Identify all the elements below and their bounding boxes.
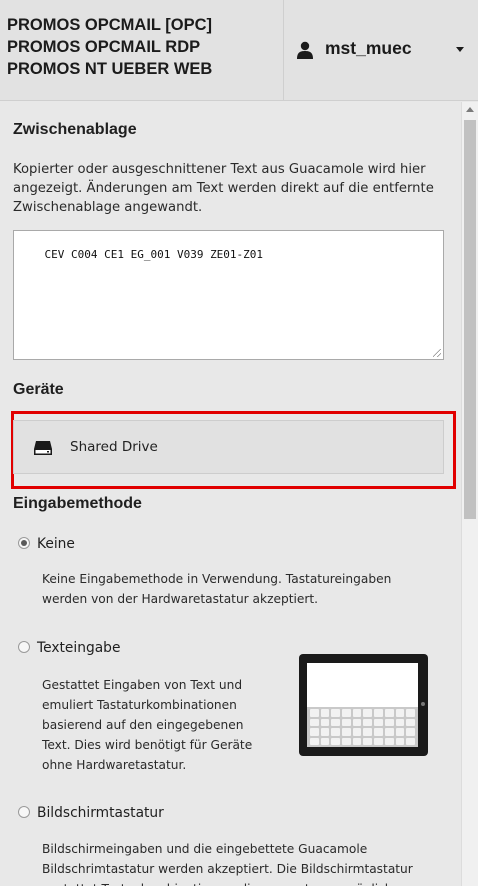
device-shared-drive[interactable]: Shared Drive (13, 420, 444, 474)
vertical-scrollbar[interactable] (461, 102, 478, 886)
tablet-keyboard-illustration (299, 654, 428, 756)
keyboard-keys (307, 707, 418, 747)
scroll-up-icon[interactable] (466, 107, 474, 112)
drive-icon (34, 441, 52, 455)
clipboard-description: Kopierter oder ausgeschnittener Text aus… (13, 162, 434, 215)
option-description: Keine Eingabemethode in Verwendung. Tast… (42, 572, 392, 606)
radio-none[interactable] (18, 537, 30, 549)
chevron-down-icon (456, 47, 464, 52)
connection-name[interactable]: PROMOS NT UEBER WEB (7, 58, 283, 80)
devices-title: Geräte (13, 381, 64, 398)
scrollbar-thumb[interactable] (464, 120, 476, 519)
menu-header: PROMOS OPCMAIL [OPC] PROMOS OPCMAIL RDP … (0, 0, 478, 101)
connection-list: PROMOS OPCMAIL [OPC] PROMOS OPCMAIL RDP … (0, 0, 284, 100)
menu-panel: Zwischenablage Kopierter oder ausgeschni… (0, 102, 461, 886)
clipboard-textarea[interactable]: CEV C004 CE1 EG_001 V039 ZE01-Z01 (13, 230, 444, 360)
resize-handle-icon[interactable] (433, 349, 441, 357)
connection-name[interactable]: PROMOS OPCMAIL [OPC] (7, 14, 283, 36)
tablet-home-button (421, 702, 425, 706)
user-icon (297, 41, 313, 59)
clipboard-title: Zwischenablage (13, 121, 137, 138)
radio-label-onscreen-keyboard[interactable]: Bildschirmtastatur (37, 805, 164, 821)
connection-name[interactable]: PROMOS OPCMAIL RDP (7, 36, 283, 58)
radio-text-input[interactable] (18, 641, 30, 653)
device-label: Shared Drive (70, 439, 158, 455)
option-description: Gestattet Eingaben von Text und emuliert… (42, 678, 253, 772)
radio-label-none[interactable]: Keine (37, 536, 75, 552)
radio-onscreen-keyboard[interactable] (18, 806, 30, 818)
radio-label-text-input[interactable]: Texteingabe (37, 640, 120, 656)
username-label: mst_muec (325, 38, 412, 58)
input-method-title: Eingabemethode (13, 495, 142, 512)
option-description: Bildschirmeingaben und die eingebettete … (42, 842, 413, 886)
clipboard-text: CEV C004 CE1 EG_001 V039 ZE01-Z01 (44, 248, 264, 261)
user-menu-button[interactable]: mst_muec (285, 0, 478, 100)
